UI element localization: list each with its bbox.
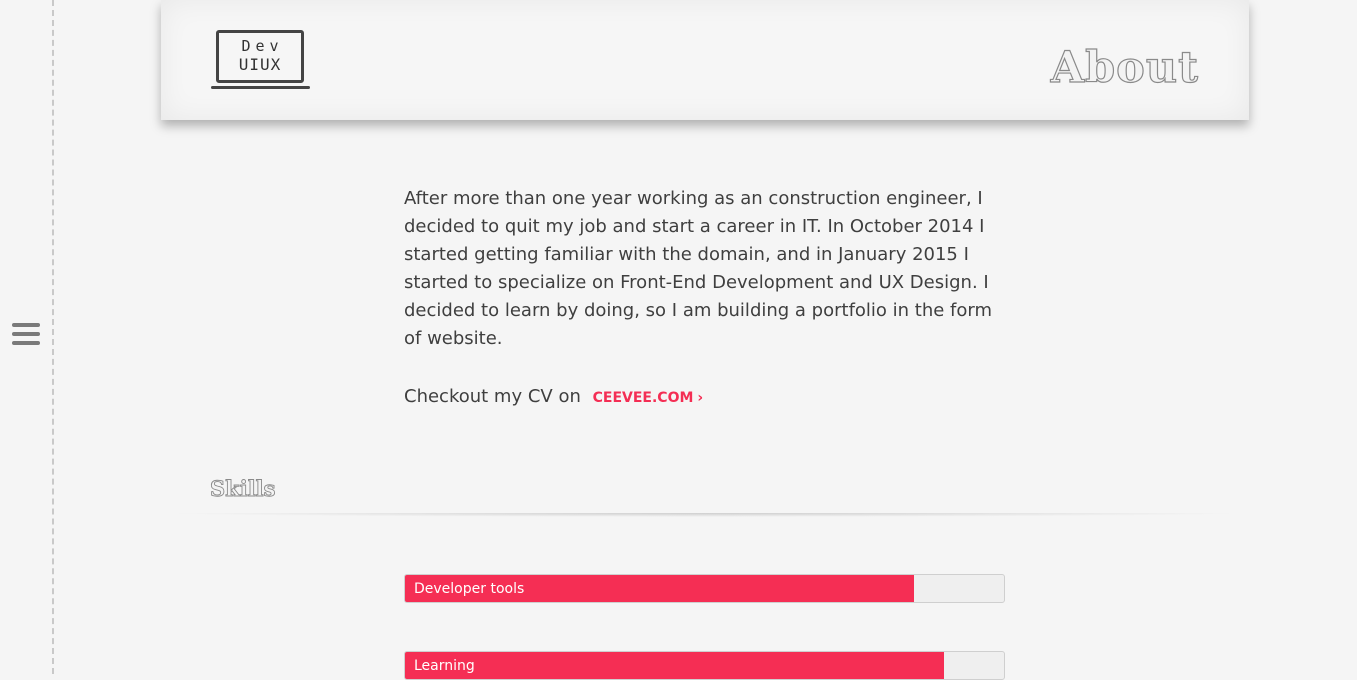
menu-icon-bar [12,323,40,327]
page-title: About [1050,42,1199,93]
menu-icon-bar [12,341,40,345]
cv-prefix-text: Checkout my CV on [404,386,581,407]
logo-laptop-base [211,86,310,89]
menu-icon-bar [12,332,40,336]
skill-bar-developer-tools: Developer tools [404,574,1005,603]
site-logo[interactable]: Dev UIUX [211,30,311,90]
logo-laptop-screen: Dev UIUX [216,30,304,83]
skill-label: Developer tools [414,581,525,597]
page-header: Dev UIUX About [161,0,1249,120]
about-paragraph: After more than one year working as an c… [404,188,993,349]
skill-bar-learning: Learning [404,651,1005,680]
skill-label: Learning [414,658,475,674]
chevron-right-icon: › [697,390,704,406]
skill-fill [405,652,945,679]
skills-divider [161,513,1249,517]
cv-link[interactable]: CEEVEE.COM › [593,390,704,406]
side-rail-divider [52,0,54,674]
logo-text-uiux: UIUX [238,55,282,74]
skills-heading: Skills [210,476,276,502]
logo-text-dev: Dev [241,37,284,55]
cv-link-label: CEEVEE.COM [592,390,694,406]
hamburger-menu-icon[interactable] [12,323,40,345]
cv-line: Checkout my CV on CEEVEE.COM › [404,383,703,412]
